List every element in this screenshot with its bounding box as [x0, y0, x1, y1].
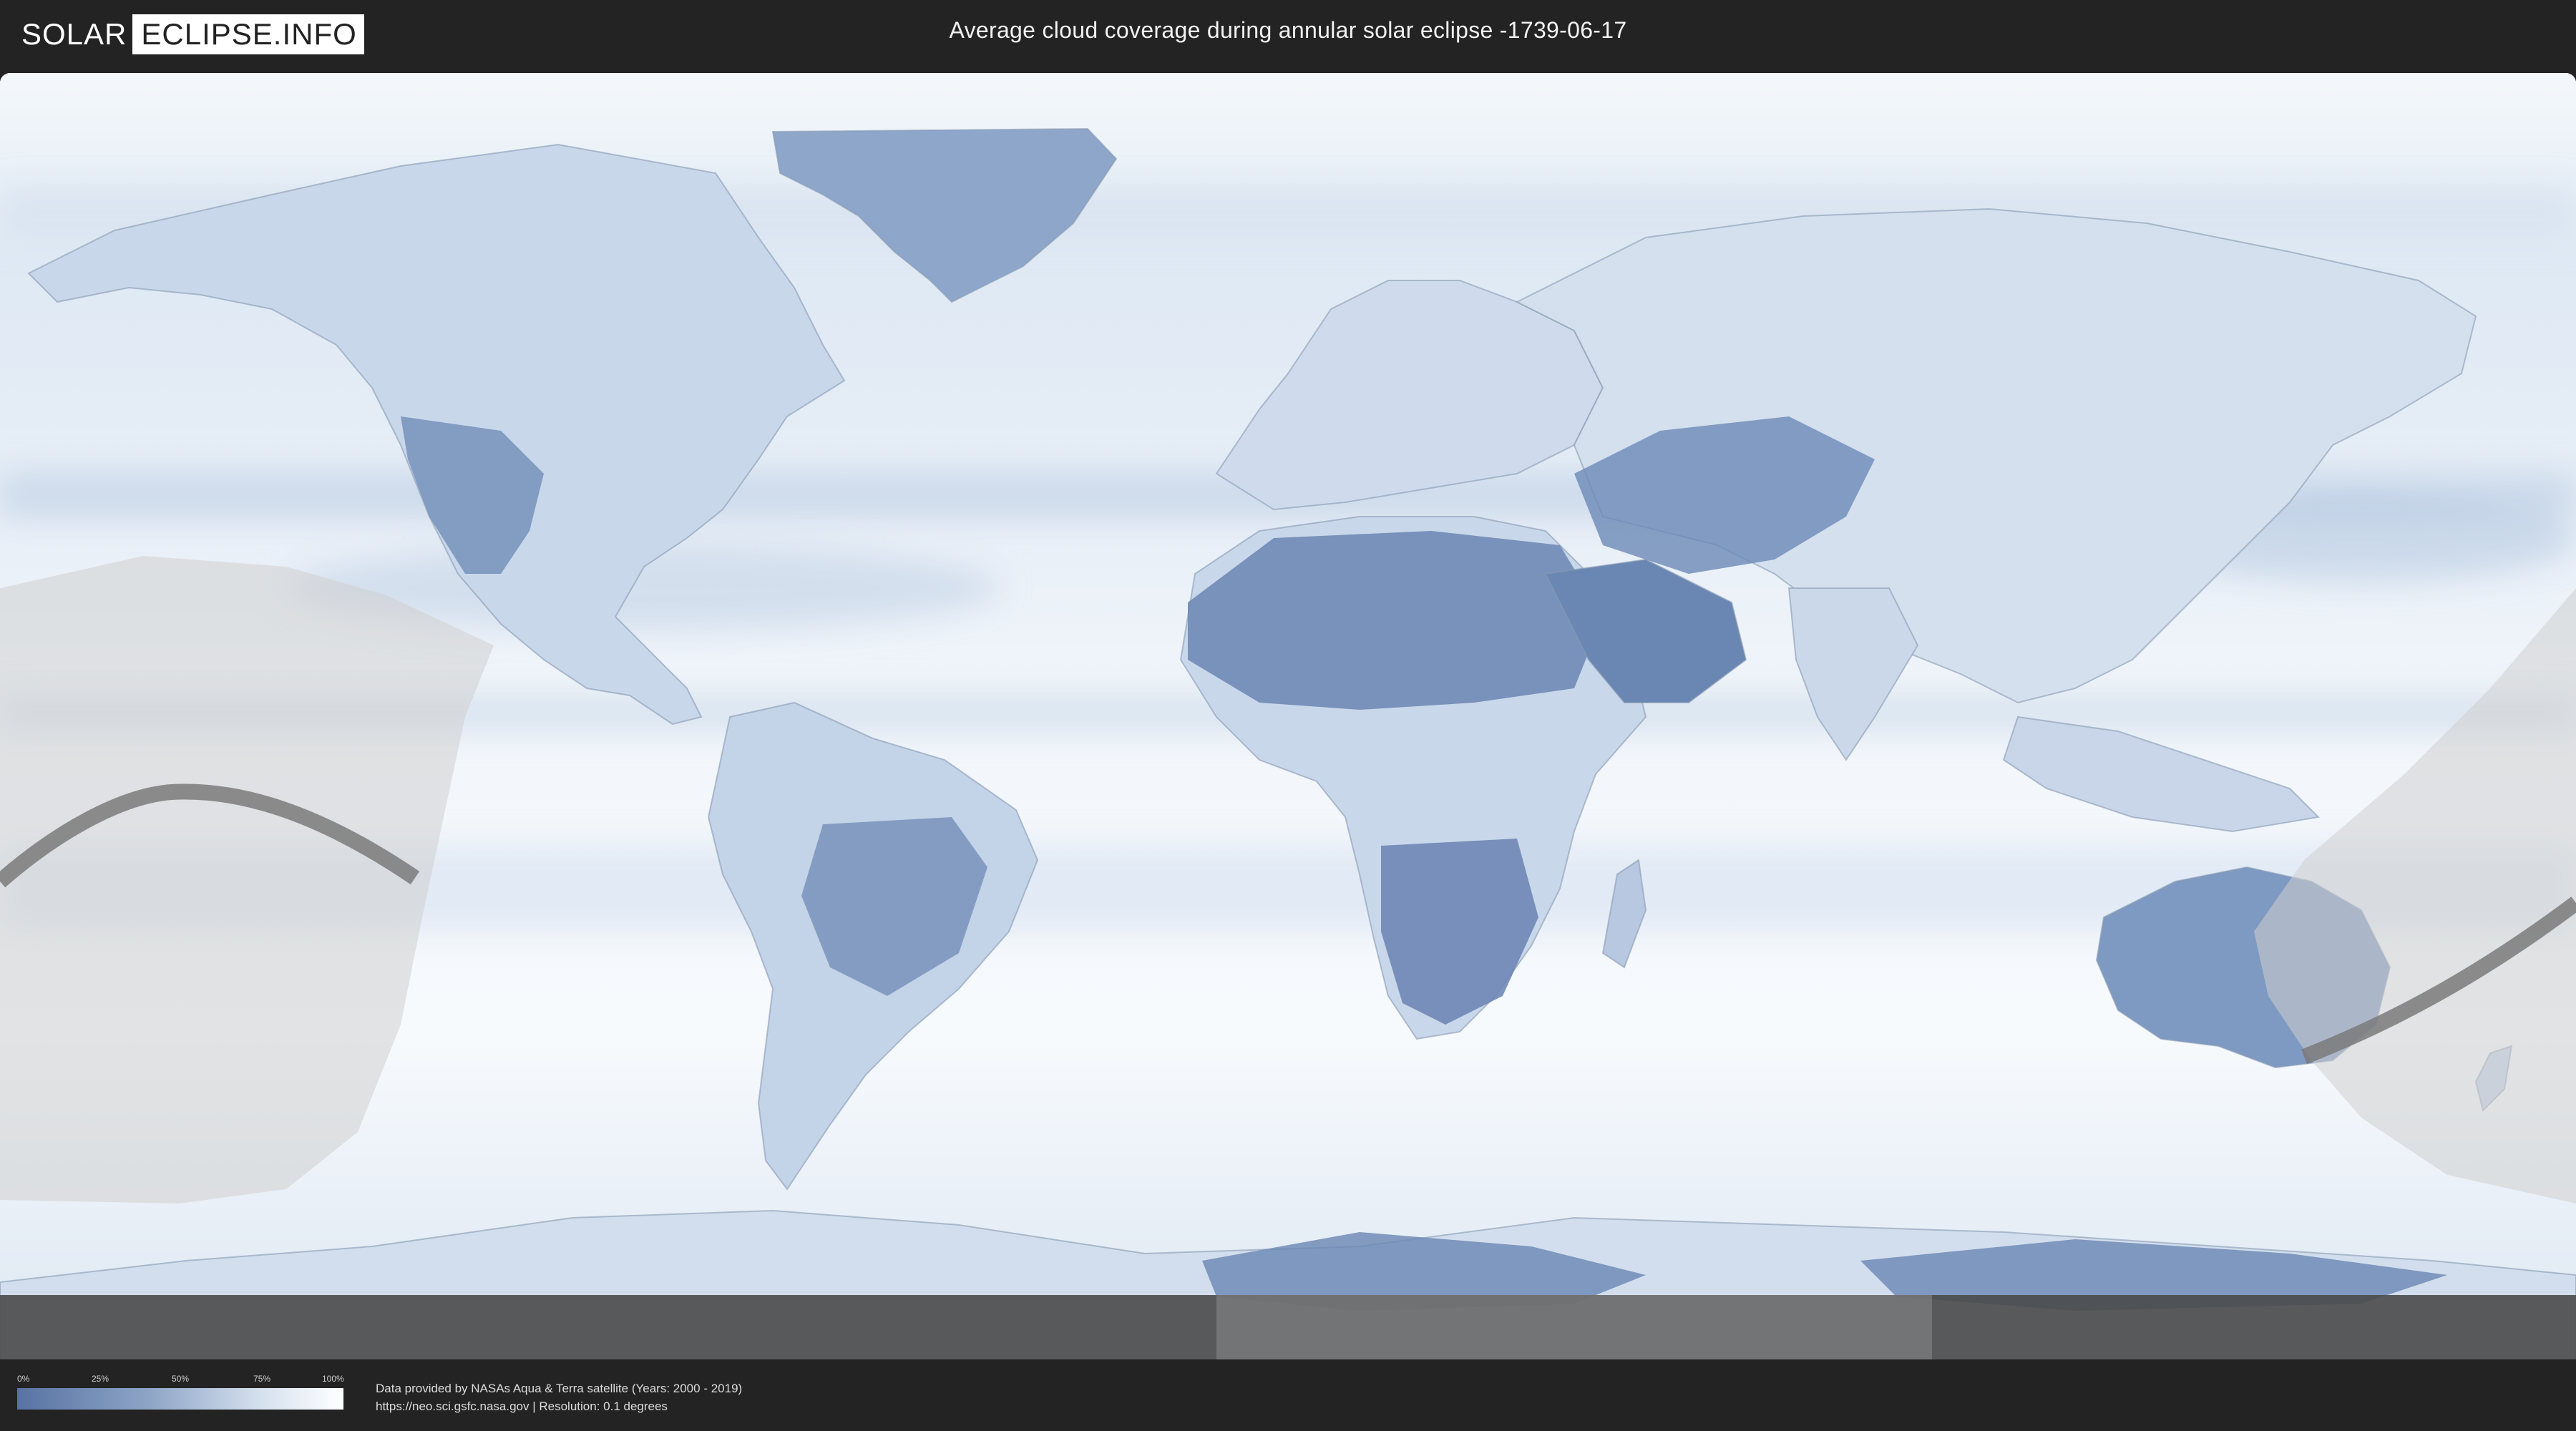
landmass-sahara-clear-area	[1188, 531, 1603, 710]
world-map-svg	[0, 73, 2576, 1359]
header-bar: SOLAR ECLIPSE.INFO Average cloud coverag…	[0, 0, 2576, 72]
cloud-coverage-map	[0, 73, 2576, 1359]
legend-tick-50: 50%	[172, 1374, 190, 1384]
legend-tick-100: 100%	[322, 1374, 344, 1384]
legend-gradient-bar	[17, 1388, 343, 1410]
credits-line-source: Data provided by NASAs Aqua & Terra sate…	[376, 1382, 743, 1395]
credits-line-url: https://neo.sci.gsfc.nasa.gov | Resoluti…	[376, 1400, 668, 1413]
legend-tick-75: 75%	[253, 1374, 271, 1384]
cloud-coverage-legend: 0% 25% 50% 75% 100%	[17, 1374, 344, 1410]
polar-night-lighter-region	[1216, 1295, 1932, 1359]
legend-tick-0: 0%	[17, 1374, 30, 1384]
footer-bar: 0% 25% 50% 75% 100% Data provided by NAS…	[0, 1359, 2576, 1431]
data-credits: Data provided by NASAs Aqua & Terra sate…	[376, 1379, 742, 1415]
legend-ticks: 0% 25% 50% 75% 100%	[17, 1374, 344, 1387]
page-title: Average cloud coverage during annular so…	[949, 17, 1627, 43]
legend-tick-25: 25%	[92, 1374, 109, 1384]
